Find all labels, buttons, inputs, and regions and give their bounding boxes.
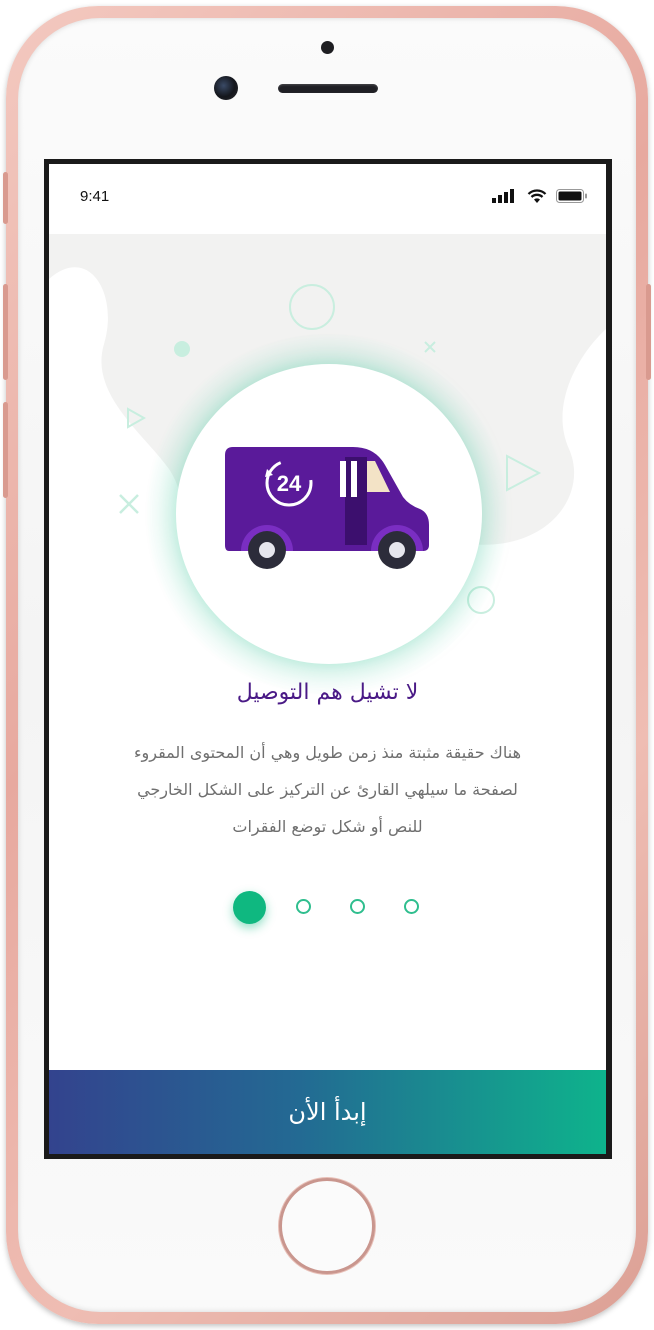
decor-triangle-right [506, 454, 542, 492]
signal-icon [492, 189, 514, 203]
wifi-icon [527, 188, 547, 203]
page-dot[interactable] [296, 899, 311, 914]
earpiece-speaker [278, 84, 378, 93]
onboarding-title: لا تشيل هم التوصيل [236, 680, 419, 705]
status-time: 9:41 [80, 188, 110, 205]
page-dot[interactable] [404, 899, 419, 914]
delivery-truck-icon: 24 [225, 447, 429, 569]
battery-icon [556, 189, 587, 203]
description-line: لصفحة ما سيلهي القارئ عن التركيز على الش… [137, 780, 518, 799]
start-now-label: إبدأ الأن [288, 1098, 367, 1126]
page-dot-active[interactable] [233, 891, 266, 924]
description-line: للنص أو شكل توضع الفقرات [232, 817, 423, 836]
decor-cross-left [119, 494, 139, 514]
screen: 9:41 24 لا تشيل هم التوصيل هناك حقيقة مث… [44, 159, 612, 1159]
app-display: 9:41 24 لا تشيل هم التوصيل هناك حقيقة مث… [49, 164, 606, 1154]
power-button [646, 284, 651, 380]
onboarding-description: هناك حقيقة مثبتة منذ زمن طويل وهي أن الم… [71, 734, 584, 845]
decor-cross-small [424, 341, 436, 353]
status-bar: 9:41 [49, 164, 606, 224]
decor-triangle-left [127, 407, 147, 429]
home-button[interactable] [279, 1178, 375, 1274]
page-indicator [49, 886, 606, 926]
description-line: هناك حقيقة مثبتة منذ زمن طويل وهي أن الم… [133, 743, 521, 762]
status-icons [492, 188, 588, 204]
volume-down-button [3, 402, 8, 498]
front-camera [214, 76, 238, 100]
decor-dot [174, 341, 190, 357]
silent-switch [3, 172, 8, 224]
page-dot[interactable] [350, 899, 365, 914]
truck-badge-text: 24 [277, 471, 302, 496]
decor-circle-outline-top [289, 284, 335, 330]
volume-up-button [3, 284, 8, 380]
start-now-button[interactable]: إبدأ الأن [49, 1070, 606, 1154]
proximity-sensor [321, 41, 334, 54]
